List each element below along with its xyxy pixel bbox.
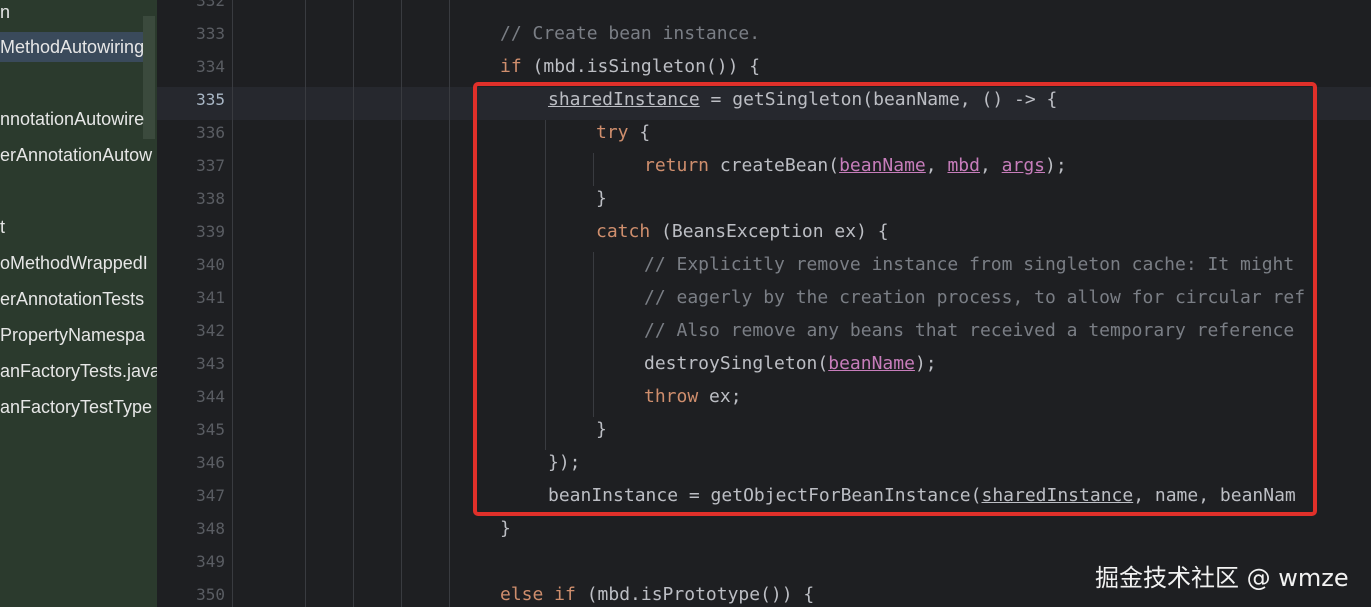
sidebar-scrollbar[interactable] <box>143 16 155 139</box>
line-number: 347 <box>196 486 225 505</box>
highlight-box <box>473 82 1317 516</box>
line-number: 332 <box>196 0 225 10</box>
tree-item[interactable]: t <box>0 212 5 242</box>
tree-item[interactable]: anFactoryTests.java <box>0 356 157 386</box>
tree-item[interactable]: n <box>0 0 10 27</box>
line-number: 345 <box>196 420 225 439</box>
line-number: 344 <box>196 387 225 406</box>
tree-item[interactable]: PropertyNamespa <box>0 320 145 350</box>
code-text: else if (mbd.isPrototype()) { <box>500 584 815 605</box>
line-number: 350 <box>196 585 225 604</box>
tree-item[interactable]: MethodAutowiring <box>0 32 144 62</box>
code-line[interactable]: 332 <box>157 0 1371 17</box>
code-text: } <box>500 518 511 539</box>
line-number: 336 <box>196 123 225 142</box>
code-line[interactable]: 333 // Create bean instance. <box>157 17 1371 50</box>
tree-item[interactable]: oMethodWrappedI <box>0 248 148 278</box>
line-number: 346 <box>196 453 225 472</box>
tree-item[interactable]: erAnnotationAutow <box>0 140 152 170</box>
tree-item[interactable]: nnotationAutowire <box>0 104 144 134</box>
line-number: 340 <box>196 255 225 274</box>
line-number: 339 <box>196 222 225 241</box>
line-number: 341 <box>196 288 225 307</box>
code-line[interactable]: 334 if (mbd.isSingleton()) { <box>157 50 1371 83</box>
line-number: 349 <box>196 552 225 571</box>
project-tree-panel: n MethodAutowiring nnotationAutowire erAnno… <box>0 0 157 607</box>
tree-item[interactable]: anFactoryTestType <box>0 392 152 422</box>
line-number: 333 <box>196 24 225 43</box>
line-number: 343 <box>196 354 225 373</box>
tree-item[interactable]: erAnnotationTests <box>0 284 144 314</box>
line-number: 337 <box>196 156 225 175</box>
watermark: 掘金技术社区 @ wmze <box>1095 564 1349 592</box>
code-line[interactable]: 348} <box>157 512 1371 545</box>
line-number: 335 <box>196 90 225 109</box>
line-number: 334 <box>196 57 225 76</box>
line-number: 348 <box>196 519 225 538</box>
line-number: 342 <box>196 321 225 340</box>
code-text: if (mbd.isSingleton()) { <box>500 56 761 77</box>
line-number: 338 <box>196 189 225 208</box>
code-text: // Create bean instance. <box>500 23 761 44</box>
